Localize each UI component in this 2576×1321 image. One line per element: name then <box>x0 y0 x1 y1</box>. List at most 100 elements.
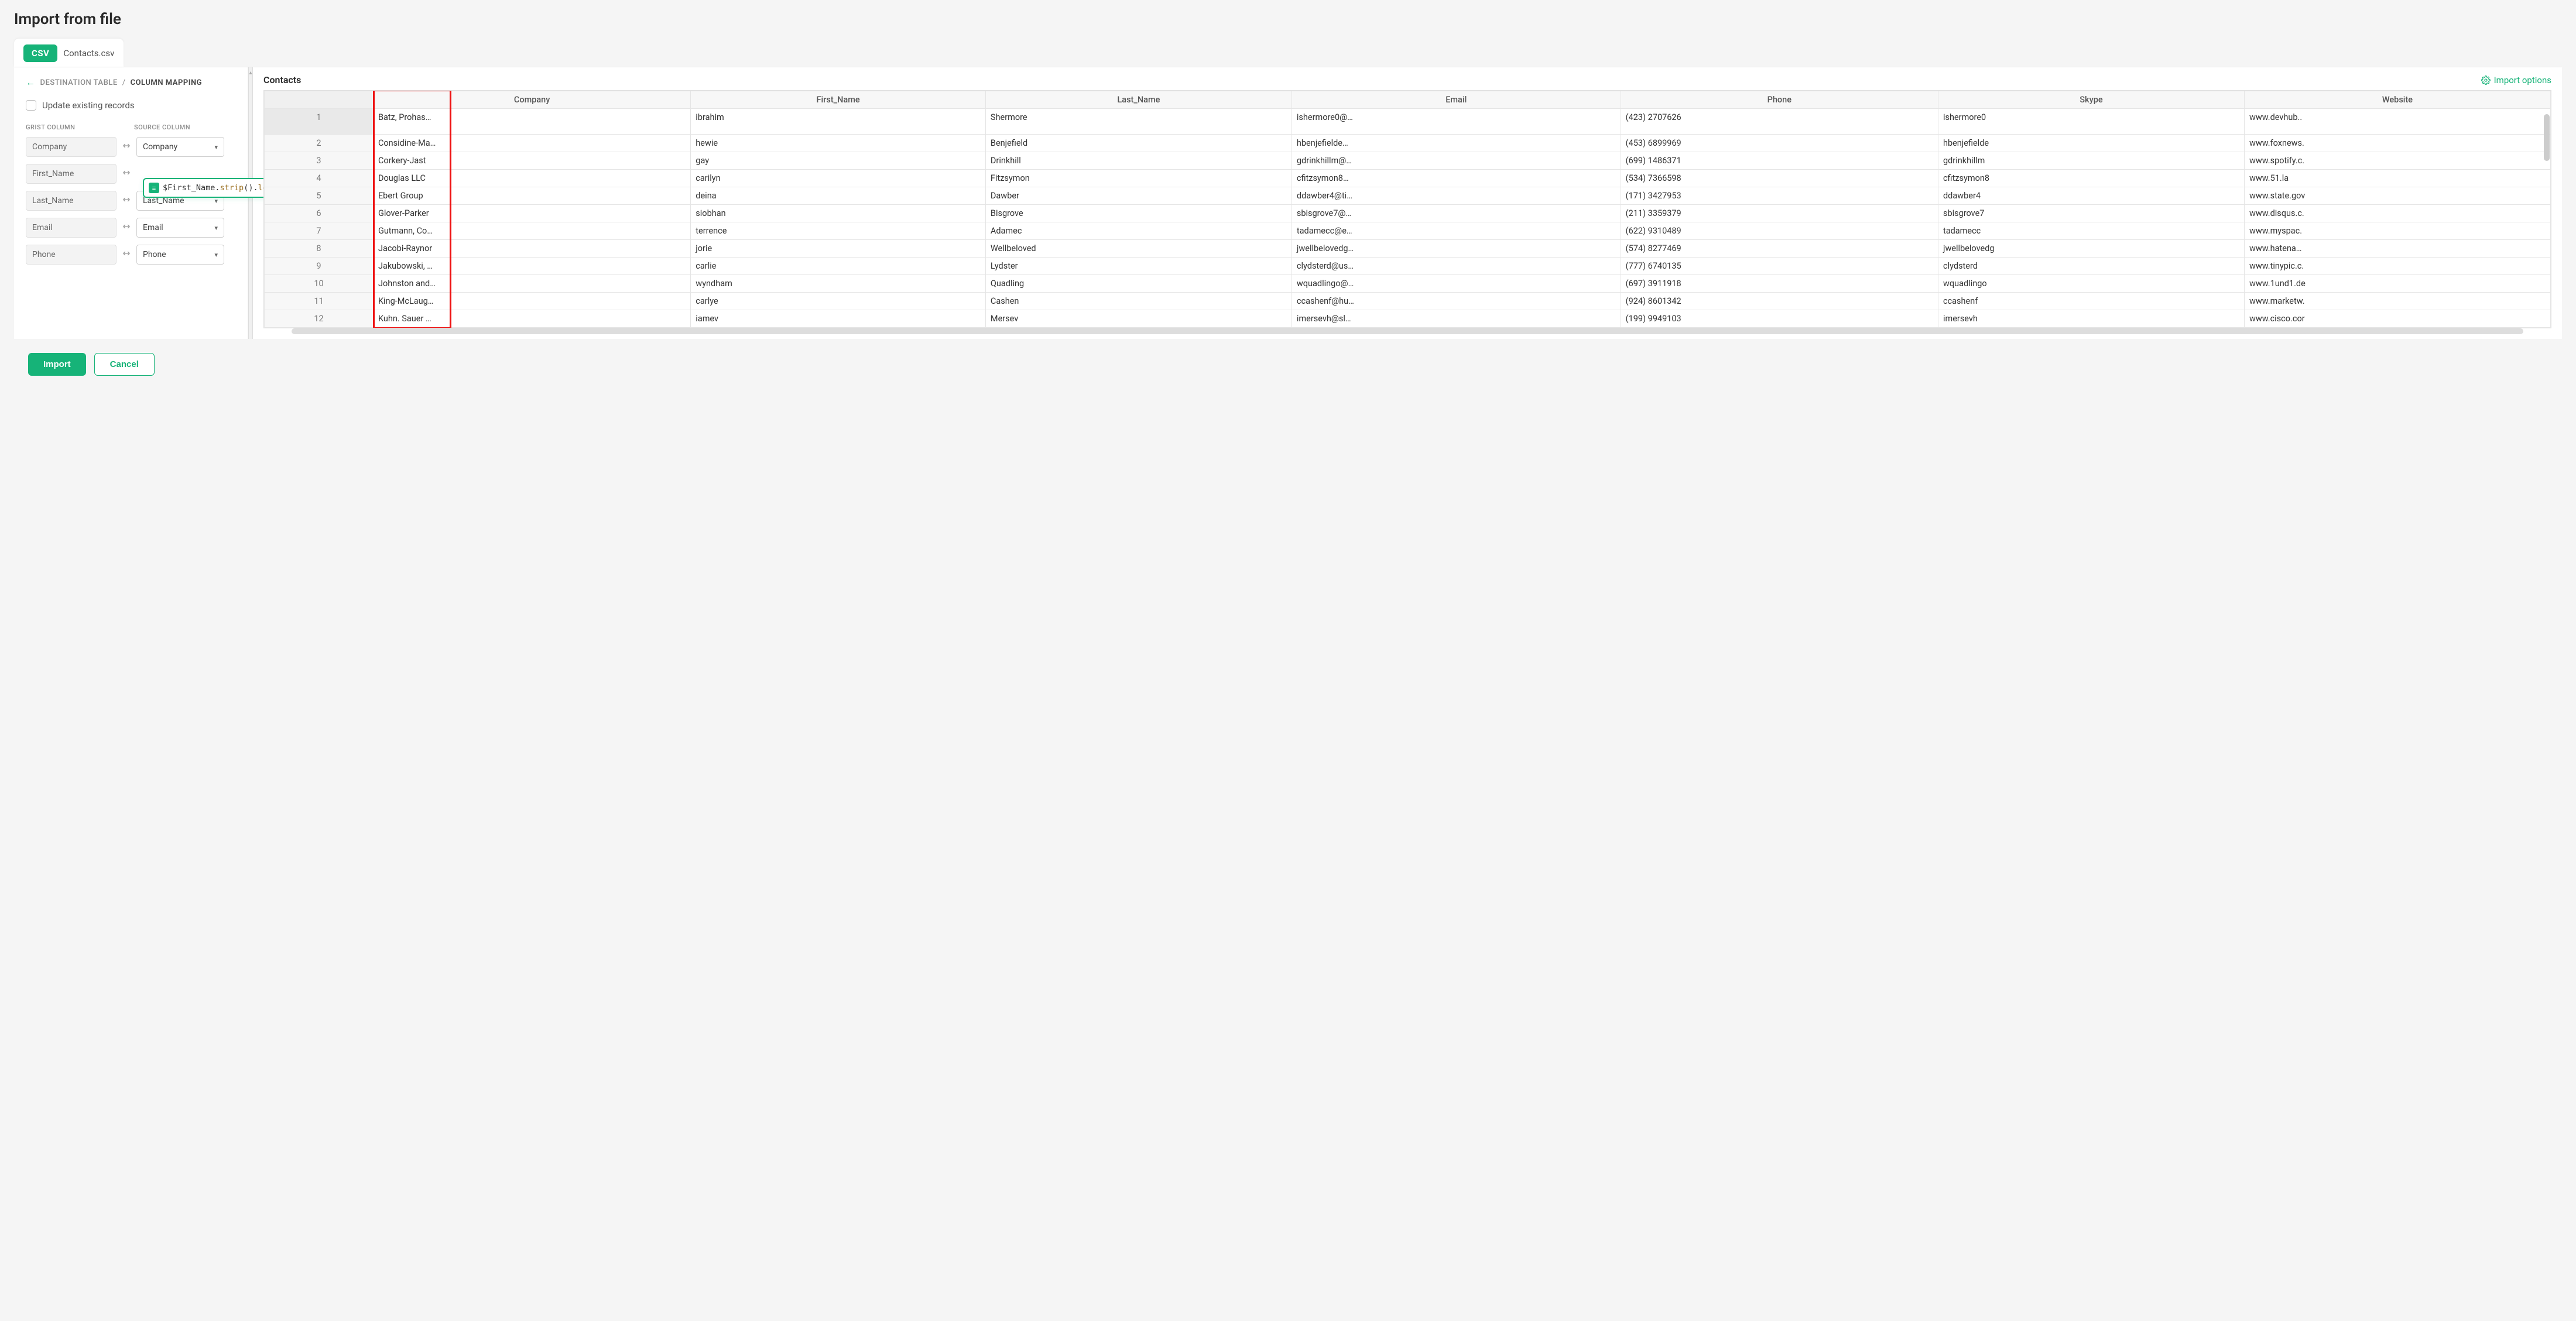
column-header[interactable]: Company <box>373 91 690 109</box>
table-cell[interactable]: Lydster <box>985 258 1292 275</box>
table-cell[interactable]: cfitzsymon8… <box>1292 170 1621 187</box>
import-button[interactable]: Import <box>28 353 86 376</box>
table-cell[interactable]: sbisgrove7 <box>1938 205 2244 222</box>
column-header[interactable]: Email <box>1292 91 1621 109</box>
table-cell[interactable]: jwellbelovedg <box>1938 240 2244 258</box>
table-cell[interactable]: Kuhn. Sauer … <box>373 310 690 328</box>
table-cell[interactable]: (453) 6899969 <box>1621 135 1938 152</box>
table-cell[interactable]: jorie <box>691 240 986 258</box>
table-cell[interactable]: Jacobi-Raynor <box>373 240 690 258</box>
table-row[interactable]: 9Jakubowski, …carlieLydsterclydsterd@us…… <box>265 258 2551 275</box>
table-cell[interactable]: www.devhub.. <box>2244 109 2550 135</box>
table-cell[interactable]: www.51.la <box>2244 170 2550 187</box>
row-number[interactable]: 11 <box>265 293 374 310</box>
table-cell[interactable]: ddawber4@ti… <box>1292 187 1621 205</box>
table-cell[interactable]: ccashenf@hu… <box>1292 293 1621 310</box>
table-cell[interactable]: Cashen <box>985 293 1292 310</box>
table-row[interactable]: 6Glover-ParkersiobhanBisgrovesbisgrove7@… <box>265 205 2551 222</box>
table-cell[interactable]: terrence <box>691 222 986 240</box>
source-column-select[interactable]: Email▾ <box>136 218 224 238</box>
grist-column-field[interactable]: Last_Name <box>26 191 117 211</box>
table-cell[interactable]: Drinkhill <box>985 152 1292 170</box>
source-column-select[interactable]: Company▾ <box>136 137 224 157</box>
table-cell[interactable]: sbisgrove7@… <box>1292 205 1621 222</box>
table-cell[interactable]: ddawber4 <box>1938 187 2244 205</box>
table-cell[interactable]: (777) 6740135 <box>1621 258 1938 275</box>
horizontal-scrollbar[interactable] <box>292 328 2523 334</box>
table-cell[interactable]: ccashenf <box>1938 293 2244 310</box>
table-cell[interactable]: iamev <box>691 310 986 328</box>
column-header[interactable]: Phone <box>1621 91 1938 109</box>
table-cell[interactable]: Wellbeloved <box>985 240 1292 258</box>
table-cell[interactable]: (199) 9949103 <box>1621 310 1938 328</box>
table-row[interactable]: 10Johnston and…wyndhamQuadlingwquadlingo… <box>265 275 2551 293</box>
table-cell[interactable]: hewie <box>691 135 986 152</box>
table-cell[interactable]: (171) 3427953 <box>1621 187 1938 205</box>
import-options-link[interactable]: Import options <box>2481 75 2551 85</box>
row-number[interactable]: 6 <box>265 205 374 222</box>
table-row[interactable]: 12Kuhn. Sauer …iamevMersevimersevh@sl…(1… <box>265 310 2551 328</box>
row-number[interactable]: 7 <box>265 222 374 240</box>
table-cell[interactable]: Bisgrove <box>985 205 1292 222</box>
resize-handle[interactable]: ▴ <box>248 67 253 339</box>
table-cell[interactable]: Quadling <box>985 275 1292 293</box>
table-cell[interactable]: Adamec <box>985 222 1292 240</box>
table-cell[interactable]: Douglas LLC <box>373 170 690 187</box>
row-number[interactable]: 9 <box>265 258 374 275</box>
table-cell[interactable]: imersevh <box>1938 310 2244 328</box>
table-row[interactable]: 11King-McLaug…carlyeCashenccashenf@hu…(9… <box>265 293 2551 310</box>
table-cell[interactable]: www.foxnews. <box>2244 135 2550 152</box>
table-cell[interactable]: carilyn <box>691 170 986 187</box>
table-cell[interactable]: gdrinkhillm@… <box>1292 152 1621 170</box>
grist-column-field[interactable]: Company <box>26 137 117 157</box>
vertical-scrollbar[interactable] <box>2544 114 2550 161</box>
table-cell[interactable]: (211) 3359379 <box>1621 205 1938 222</box>
table-cell[interactable]: (622) 9310489 <box>1621 222 1938 240</box>
table-cell[interactable]: Johnston and… <box>373 275 690 293</box>
table-cell[interactable]: (699) 1486371 <box>1621 152 1938 170</box>
table-cell[interactable]: gdrinkhillm <box>1938 152 2244 170</box>
row-number[interactable]: 1 <box>265 109 374 135</box>
update-existing-checkbox[interactable] <box>26 100 36 111</box>
table-cell[interactable]: Dawber <box>985 187 1292 205</box>
table-row[interactable]: 1Batz, Prohas…ibrahimShermoreishermore0@… <box>265 109 2551 135</box>
file-tab[interactable]: CSV Contacts.csv <box>14 39 124 67</box>
cancel-button[interactable]: Cancel <box>94 353 155 376</box>
table-cell[interactable]: www.state.gov <box>2244 187 2550 205</box>
table-cell[interactable]: wquadlingo@… <box>1292 275 1621 293</box>
table-cell[interactable]: Shermore <box>985 109 1292 135</box>
table-cell[interactable]: Mersev <box>985 310 1292 328</box>
table-cell[interactable]: (697) 3911918 <box>1621 275 1938 293</box>
table-cell[interactable]: (423) 2707626 <box>1621 109 1938 135</box>
table-cell[interactable]: Benjefield <box>985 135 1292 152</box>
table-cell[interactable]: Ebert Group <box>373 187 690 205</box>
table-cell[interactable]: imersevh@sl… <box>1292 310 1621 328</box>
table-cell[interactable]: jwellbelovedg… <box>1292 240 1621 258</box>
table-cell[interactable]: hbenjefielde… <box>1292 135 1621 152</box>
table-cell[interactable]: www.myspac. <box>2244 222 2550 240</box>
row-number[interactable]: 5 <box>265 187 374 205</box>
table-cell[interactable]: siobhan <box>691 205 986 222</box>
table-cell[interactable]: www.tinypic.c. <box>2244 258 2550 275</box>
table-row[interactable]: 7Gutmann, Co…terrenceAdamectadamecc@e…(6… <box>265 222 2551 240</box>
table-cell[interactable]: ishermore0@… <box>1292 109 1621 135</box>
table-row[interactable]: 4Douglas LLCcarilynFitzsymoncfitzsymon8…… <box>265 170 2551 187</box>
back-arrow-icon[interactable]: ← <box>26 77 36 88</box>
table-cell[interactable]: www.hatena… <box>2244 240 2550 258</box>
table-cell[interactable]: www.marketw. <box>2244 293 2550 310</box>
column-header[interactable]: First_Name <box>691 91 986 109</box>
table-cell[interactable]: gay <box>691 152 986 170</box>
table-cell[interactable]: (924) 8601342 <box>1621 293 1938 310</box>
column-header[interactable]: Last_Name <box>985 91 1292 109</box>
table-cell[interactable]: ibrahim <box>691 109 986 135</box>
table-cell[interactable]: cfitzsymon8 <box>1938 170 2244 187</box>
table-cell[interactable]: ishermore0 <box>1938 109 2244 135</box>
row-number[interactable]: 3 <box>265 152 374 170</box>
column-header[interactable]: Website <box>2244 91 2550 109</box>
table-row[interactable]: 5Ebert GroupdeinaDawberddawber4@ti…(171)… <box>265 187 2551 205</box>
table-cell[interactable]: hbenjefielde <box>1938 135 2244 152</box>
table-cell[interactable]: Batz, Prohas… <box>373 109 690 135</box>
grist-column-field[interactable]: Email <box>26 218 117 238</box>
column-header[interactable]: Skype <box>1938 91 2244 109</box>
breadcrumb-destination[interactable]: DESTINATION TABLE <box>40 78 118 87</box>
